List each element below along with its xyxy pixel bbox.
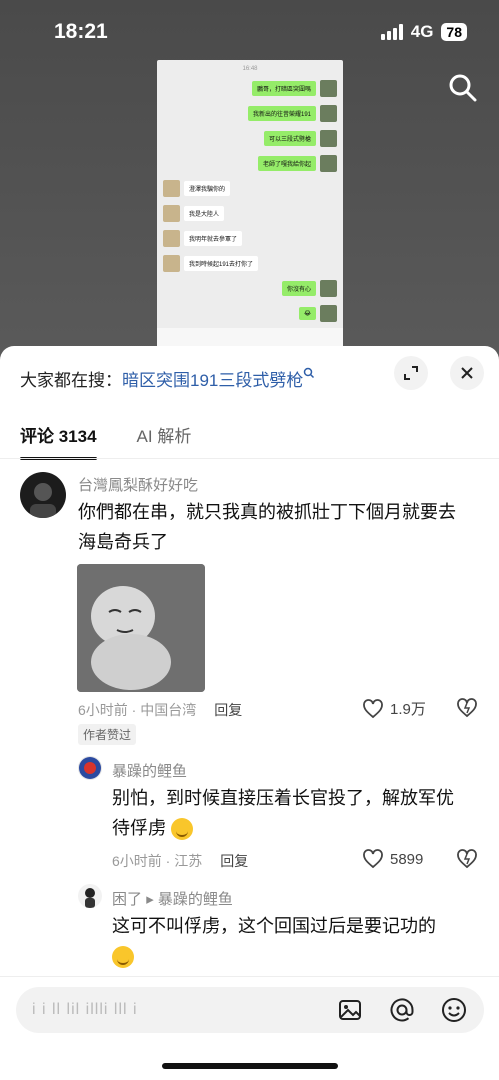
search-icon (304, 367, 315, 379)
reply-text: 别怕，到时候直接压着长官投了，解放军优 待俘虏 (112, 783, 454, 843)
chat-message: 澄澤我騙你的 (157, 179, 343, 197)
chat-avatar (163, 179, 180, 197)
minimize-button[interactable] (394, 356, 428, 390)
chat-message: 我明年就去參軍了 (157, 229, 343, 247)
tab-bar: 评论 3134 AI 解析 (20, 422, 192, 460)
dislike-icon[interactable] (456, 849, 478, 869)
chat-time: 16:48 (242, 66, 258, 72)
at-icon[interactable] (388, 996, 416, 1024)
search-icon[interactable] (447, 72, 477, 102)
chat-message: 我到時候起191去打你了 (157, 254, 343, 272)
comment-username[interactable]: 台灣鳳梨酥好好吃 (78, 474, 198, 495)
author-liked-badge: 作者赞过 (78, 724, 137, 745)
battery-level: 78 (441, 23, 467, 41)
like-count: 5899 (390, 850, 424, 868)
close-icon (461, 367, 473, 379)
chat-message: 你沒有心 (157, 279, 343, 297)
chat-message: 老師了嘎我給你起 (157, 154, 343, 172)
video-area[interactable]: 18:21 4G 78 16:48 鵬哥，打暗區突圍嗎 我新出的往昔榮耀191 … (0, 0, 499, 360)
like-button[interactable]: 5899 (362, 849, 423, 869)
chat-avatar (163, 254, 180, 272)
chat-avatar (320, 279, 337, 297)
comments-sheet: 大家都在搜： 暗区突围191三段式劈枪 评论 3134 AI 解析 台灣鳳梨酥好… (0, 346, 499, 1080)
like-button[interactable]: 1.9万 (362, 698, 426, 719)
hot-search-query[interactable]: 暗区突围191三段式劈枪 (122, 366, 303, 391)
chat-screenshot: 16:48 鵬哥，打暗區突圍嗎 我新出的往昔榮耀191 可以三段式劈槍 老師了嘎… (157, 60, 343, 350)
smile-emoji-icon (112, 946, 134, 969)
reply-username[interactable]: 暴躁的鲤鱼 (112, 760, 187, 781)
input-placeholder: i i ll lil illli lll i (32, 1001, 138, 1018)
image-icon[interactable] (336, 996, 364, 1024)
divider (0, 458, 499, 459)
chat-message: 我新出的往昔榮耀191 (157, 104, 343, 122)
heart-icon (363, 849, 383, 869)
avatar[interactable] (78, 884, 102, 908)
network-type: 4G (410, 22, 434, 41)
comment-meta: 6小时前 · 中国台湾 回复 (78, 700, 242, 720)
chat-avatar (163, 229, 180, 247)
reply-text: 这可不叫俘虏，这个回国过后是要记功的 (112, 911, 436, 971)
comment-input[interactable]: i i ll lil illli lll i (16, 987, 484, 1033)
reply-meta: 6小时前 · 江苏 回复 (112, 851, 248, 871)
comment-text: 你們都在串，就只我真的被抓壯丁下個月就要去 海島奇兵了 (78, 502, 456, 552)
comment-image[interactable] (77, 564, 205, 692)
reply-button[interactable]: 回复 (214, 700, 242, 720)
reply-arrow-icon: ▸ (146, 891, 154, 908)
status-bar-right: 4G 78 (380, 22, 467, 42)
hot-search-label: 大家都在搜： (20, 371, 122, 390)
comment-time: 6小时前 · 江苏 (112, 853, 203, 869)
chat-message: 鵬哥，打暗區突圍嗎 (157, 79, 343, 97)
hot-search[interactable]: 大家都在搜： 暗区突围191三段式劈枪 (20, 366, 315, 391)
status-time: 18:21 (54, 20, 108, 43)
chat-avatar (320, 104, 337, 122)
chat-avatar (320, 304, 337, 322)
comment-time: 6小时前 · 中国台湾 (78, 702, 197, 718)
chat-avatar (320, 79, 337, 97)
chat-avatar (320, 129, 337, 147)
chat-avatar (163, 204, 180, 222)
reply-username[interactable]: 困了 ▸ 暴躁的鲤鱼 (112, 888, 233, 909)
avatar[interactable] (20, 472, 66, 518)
close-button[interactable] (450, 356, 484, 390)
home-indicator (162, 1063, 338, 1069)
chat-message: 😂 (157, 304, 343, 322)
reply-button[interactable]: 回复 (220, 851, 248, 871)
chat-avatar (320, 154, 337, 172)
emoji-icon[interactable] (440, 996, 468, 1024)
chat-message: 可以三段式劈槍 (157, 129, 343, 147)
dislike-icon[interactable] (456, 698, 478, 718)
like-count: 1.9万 (390, 701, 426, 718)
smile-emoji-icon (171, 818, 194, 841)
tab-ai-analysis[interactable]: AI 解析 (137, 422, 192, 447)
chat-message: 我是大陸人 (157, 204, 343, 222)
tab-comments[interactable]: 评论 3134 (20, 422, 97, 460)
heart-icon (363, 698, 383, 718)
avatar[interactable] (78, 756, 102, 780)
signal-icon (380, 24, 403, 40)
minimize-icon (404, 366, 418, 380)
